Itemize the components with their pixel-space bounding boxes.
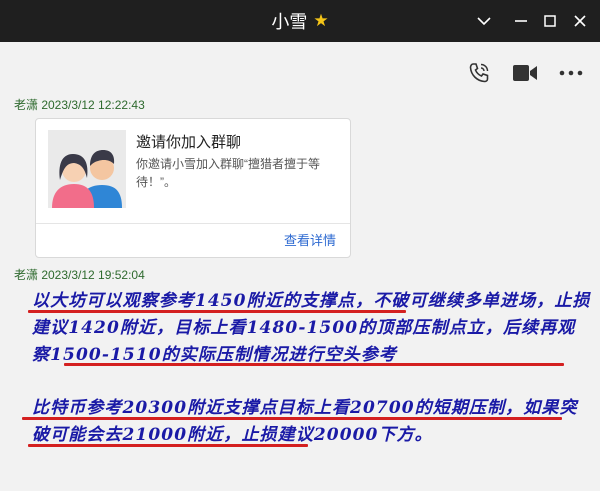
red-underline [28,310,406,313]
star-icon[interactable]: ★ [313,11,328,31]
phone-call-icon[interactable] [466,60,492,86]
maximize-icon[interactable] [536,8,564,34]
video-call-icon[interactable] [512,60,538,86]
title-bar: 小雪 ★ [0,0,600,42]
group-invite-card[interactable]: 邀请你加入群聊 你邀请小雪加入群聊“擅猎者擅于等待！”。 查看详情 [35,118,351,258]
close-icon[interactable] [566,8,594,34]
chevron-down-icon[interactable] [470,8,498,34]
card-description: 你邀请小雪加入群聊“擅猎者擅于等待！”。 [136,157,320,189]
view-details-link[interactable]: 查看详情 [284,230,336,249]
people-icon [48,130,126,208]
red-underline [64,363,564,366]
red-underline [28,444,308,447]
message-text: 比特币参考20300附近支撑点目标上看20700的短期压制，如果突破可能会去21… [32,398,578,445]
group-avatar [48,130,126,208]
message-text: 以大坊可以观察参考1450附近的支撑点，不破可继续多单进场，止损建议1420附近… [32,291,591,365]
message-sender-time: 老潇 2023/3/12 12:22:43 [14,98,145,112]
red-underline [22,417,562,420]
card-title: 邀请你加入群聊 [136,134,242,151]
more-icon[interactable] [558,60,584,86]
minimize-icon[interactable] [507,8,535,34]
card-divider [36,223,350,224]
chat-toolbar [466,60,584,86]
window-title: 小雪 [271,12,308,33]
message-sender-time: 老潇 2023/3/12 19:52:04 [14,268,145,282]
